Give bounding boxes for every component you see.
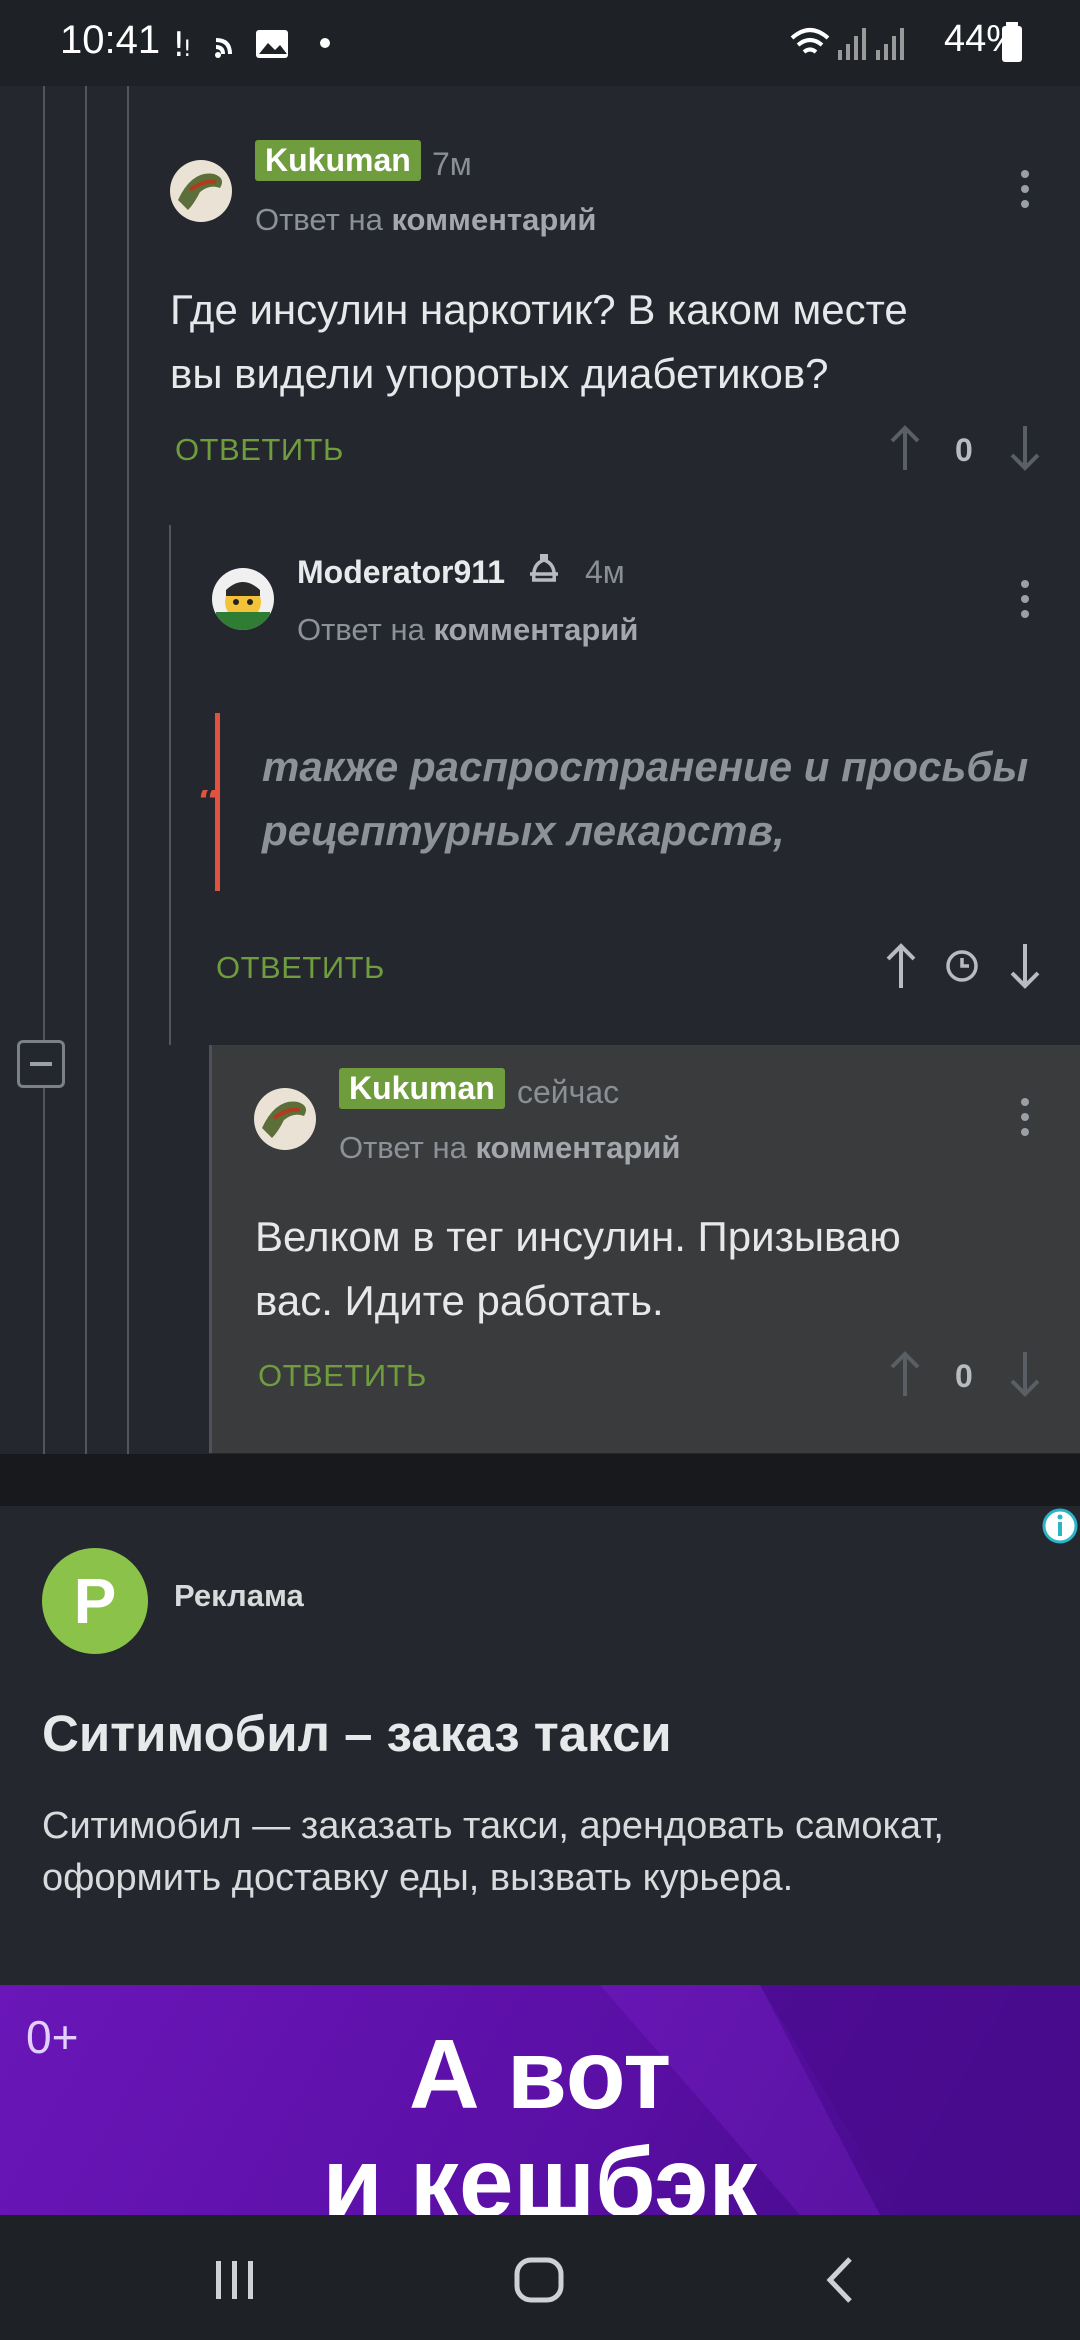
home-icon[interactable]	[512, 2255, 568, 2305]
username[interactable]: Moderator911	[297, 554, 505, 591]
back-icon[interactable]	[820, 2255, 860, 2305]
ad-separator	[0, 1454, 1080, 1506]
recent-apps-icon[interactable]	[210, 2257, 260, 2303]
more-options-icon[interactable]	[1021, 1098, 1029, 1143]
moderator-icon	[530, 554, 558, 582]
upvote-icon[interactable]	[884, 942, 918, 990]
avatar[interactable]	[254, 1088, 316, 1150]
quote-text: также распространение и просьбы рецептурн…	[262, 743, 1029, 854]
comment-time: 4м	[585, 554, 625, 590]
upvote-icon[interactable]	[888, 424, 922, 472]
reply-to-link[interactable]: Ответ на комментарий	[255, 202, 596, 238]
status-bar: 10:41 ! ǃ 44%	[0, 0, 1080, 86]
reply-to-target[interactable]: комментарий	[475, 1130, 680, 1165]
reply-to-target[interactable]: комментарий	[433, 612, 638, 647]
comment-score: 0	[955, 1358, 973, 1394]
comment-text: Где инсулин наркотик? В каком месте вы ви…	[170, 286, 908, 397]
thread-line[interactable]	[127, 86, 129, 1454]
reply-button[interactable]: ОТВЕТИТЬ	[216, 950, 385, 986]
reply-to-prefix: Ответ на	[297, 612, 425, 647]
svg-text:“: “	[198, 790, 221, 816]
reply-to-prefix: Ответ на	[255, 202, 383, 237]
dot-icon	[320, 38, 330, 48]
comment-time: 7м	[432, 146, 472, 182]
thread-line[interactable]	[85, 86, 87, 1454]
banner-headline: А вот	[408, 2019, 672, 2129]
avatar[interactable]	[170, 160, 232, 222]
system-nav-bar	[0, 2215, 1080, 2340]
reply-to-prefix: Ответ на	[339, 1130, 467, 1165]
reply-to-target[interactable]: комментарий	[391, 202, 596, 237]
clock-icon	[946, 950, 978, 982]
ad-title[interactable]: Ситимобил – заказ такси	[42, 1704, 672, 1763]
reply-button[interactable]: ОТВЕТИТЬ	[175, 432, 344, 468]
more-options-icon[interactable]	[1021, 580, 1029, 625]
downvote-icon[interactable]	[1008, 942, 1042, 990]
collapse-thread-button[interactable]	[17, 1040, 65, 1088]
signal-icons	[790, 28, 904, 60]
upvote-icon[interactable]	[888, 1350, 922, 1398]
reply-to-link[interactable]: Ответ на комментарий	[297, 612, 638, 648]
banner-headline-2: и кешбэк	[322, 2128, 758, 2215]
avatar[interactable]	[212, 568, 274, 630]
thread-line[interactable]	[43, 86, 45, 1454]
reply-button[interactable]: ОТВЕТИТЬ	[258, 1358, 427, 1394]
quote-icon: “	[198, 790, 221, 816]
thread-line[interactable]	[169, 525, 171, 1045]
battery-icon	[1002, 22, 1022, 62]
downvote-icon[interactable]	[1008, 424, 1042, 472]
ad-description[interactable]: Ситимобил — заказать такси, арендовать с…	[42, 1800, 1022, 1904]
comment-time: сейчас	[517, 1074, 620, 1110]
ad-label: Реклама	[174, 1578, 304, 1613]
more-options-icon[interactable]	[1021, 170, 1029, 215]
comment-score: 0	[955, 432, 973, 468]
username-badge[interactable]: Kukuman	[339, 1068, 505, 1109]
comment-text: Велком в тег инсулин. Призываю вас. Идите…	[255, 1213, 901, 1324]
ad-logo[interactable]: P	[42, 1548, 148, 1654]
notification-icons: ! ǃ	[172, 25, 288, 64]
svg-text:ǃ: ǃ	[184, 37, 191, 62]
reply-to-link[interactable]: Ответ на комментарий	[339, 1130, 680, 1166]
ad-info-icon[interactable]	[1040, 1506, 1080, 1546]
status-time: 10:41	[60, 18, 161, 62]
downvote-icon[interactable]	[1008, 1350, 1042, 1398]
username-badge[interactable]: Kukuman	[255, 140, 421, 181]
